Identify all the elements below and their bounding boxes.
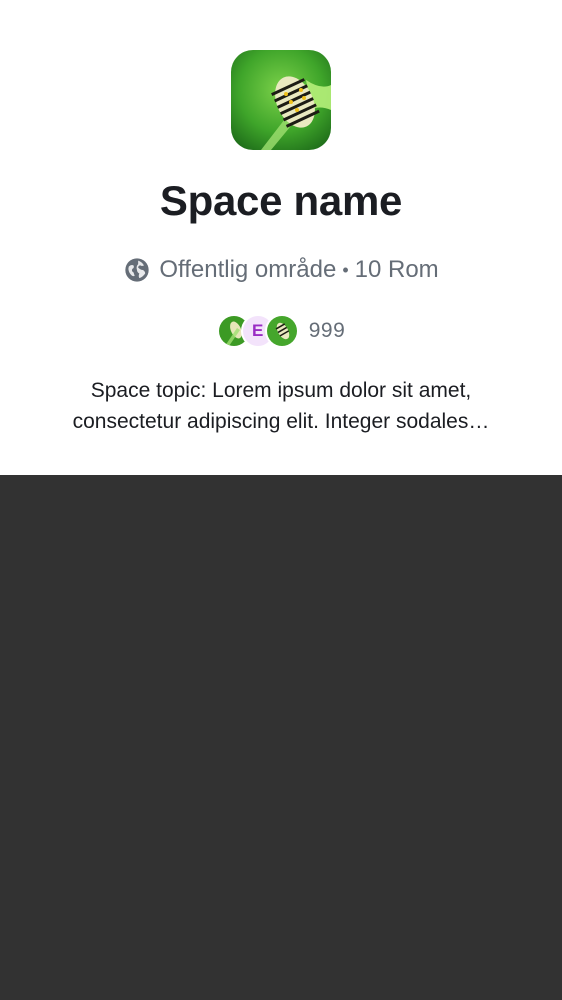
space-avatar — [231, 50, 331, 150]
space-meta: Offentlig område • 10 Rom — [0, 254, 562, 286]
room-count: 10 Rom — [354, 256, 439, 283]
space-topic: Space topic: Lorem ipsum dolor sit amet,… — [72, 379, 490, 433]
member-count: 999 — [308, 319, 346, 342]
member-avatar — [264, 314, 299, 348]
member-facepile: E — [216, 314, 299, 348]
space-name: Space name — [159, 177, 403, 224]
visibility-label: Offentlig område — [159, 256, 337, 283]
space-header-card: Space name Offentlig område • 10 Rom E 9… — [0, 0, 562, 475]
globe-icon — [123, 256, 151, 284]
meta-separator: • — [342, 259, 349, 280]
members-row[interactable]: E 999 — [0, 314, 562, 348]
